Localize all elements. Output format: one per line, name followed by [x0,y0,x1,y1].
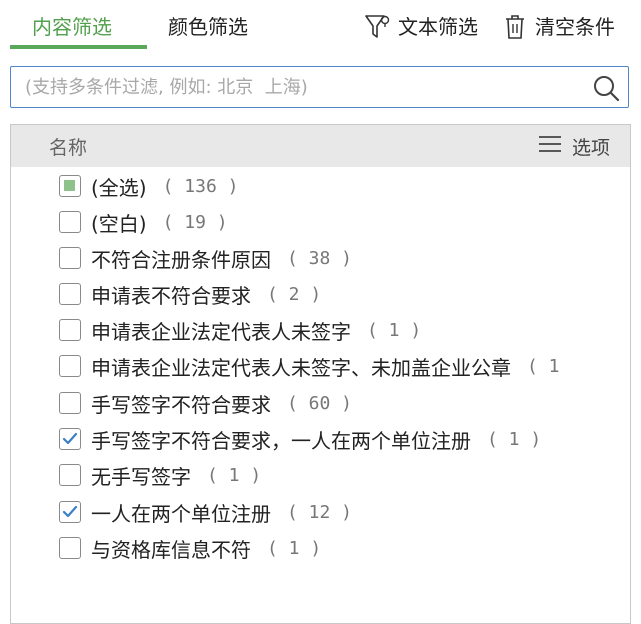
list-item[interactable]: 申请表不符合要求 ( 2 ) [59,279,321,309]
tab-color-filter[interactable]: 颜色筛选 [168,12,248,42]
checkbox[interactable] [59,428,81,450]
list-item[interactable]: (全选) ( 136 ) [59,171,238,201]
list-item-count: ( 60 ) [287,392,353,414]
search-input[interactable] [23,67,587,108]
list-item[interactable]: 手写签字不符合要求，一人在两个单位注册 ( 1 ) [59,424,541,454]
list-item-count: ( 1 [527,355,560,377]
filter-icon [364,13,390,41]
clear-conditions-label: 清空条件 [535,15,615,39]
list-item-label: 申请表企业法定代表人未签字 [91,319,351,344]
trash-icon [503,13,527,41]
list-item[interactable]: 与资格库信息不符 ( 1 ) [59,533,321,563]
options-button[interactable]: 选项 [538,133,610,160]
column-name-header: 名称 [49,137,88,159]
list-item-label: 手写签字不符合要求 [91,392,271,417]
checkmark-icon [62,505,78,518]
list-item[interactable]: 手写签字不符合要求 ( 60 ) [59,388,352,418]
checkbox[interactable] [59,175,81,197]
list-item[interactable]: 不符合注册条件原因 ( 38 ) [59,243,352,273]
list-item-label: 无手写签字 [91,464,191,489]
text-filter-button[interactable]: 文本筛选 [364,12,478,42]
list-item-label: 不符合注册条件原因 [91,247,271,272]
checkbox[interactable] [59,392,81,414]
tab-content-filter[interactable]: 内容筛选 [32,12,112,42]
checkbox[interactable] [59,501,81,523]
list-item-label: 申请表不符合要求 [91,283,251,308]
checkbox[interactable] [59,319,81,341]
list-item-count: ( 136 ) [162,175,239,197]
search-icon[interactable] [592,74,620,106]
checkbox[interactable] [59,283,81,305]
list-item-label: 与资格库信息不符 [91,537,251,562]
menu-icon [538,134,562,159]
list-item-count: ( 38 ) [287,247,353,269]
checkbox[interactable] [59,355,81,377]
options-label: 选项 [571,137,610,159]
list-item[interactable]: 申请表企业法定代表人未签字 ( 1 ) [59,315,421,345]
value-list-panel: 名称 选项 (全选) ( 136 ) (空白) ( 19 ) 不符合注册条件原因 ( 38… [10,124,631,624]
list-item-count: ( 1 ) [267,537,322,559]
list-item-count: ( 1 ) [367,319,422,341]
list-item-label: (全选) [91,175,147,200]
active-tab-indicator [10,45,147,49]
checkbox[interactable] [59,211,81,233]
list-item-label: 申请表企业法定代表人未签字、未加盖企业公章 [91,355,511,380]
list-item-count: ( 1 ) [207,464,262,486]
checkbox[interactable] [59,247,81,269]
list-item-label: (空白) [91,211,147,236]
filter-tabs: 内容筛选 颜色筛选 文本筛选 清空条件 [0,0,641,56]
list-item-count: ( 12 ) [287,501,353,523]
list-item[interactable]: 申请表企业法定代表人未签字、未加盖企业公章 ( 1 [59,351,560,381]
list-item[interactable]: 无手写签字 ( 1 ) [59,460,261,490]
list-item-count: ( 1 ) [487,428,542,450]
checkmark-icon [62,432,78,445]
checkbox[interactable] [59,464,81,486]
list-header: 名称 选项 [11,125,630,167]
list-item[interactable]: 一人在两个单位注册 ( 12 ) [59,497,352,527]
checkbox[interactable] [59,537,81,559]
list-item-label: 手写签字不符合要求，一人在两个单位注册 [91,428,471,453]
clear-conditions-button[interactable]: 清空条件 [503,12,615,42]
list-item[interactable]: (空白) ( 19 ) [59,207,228,237]
text-filter-label: 文本筛选 [398,15,478,39]
search-box [10,66,629,108]
list-item-label: 一人在两个单位注册 [91,501,271,526]
list-item-count: ( 19 ) [162,211,228,233]
list-item-count: ( 2 ) [267,283,322,305]
